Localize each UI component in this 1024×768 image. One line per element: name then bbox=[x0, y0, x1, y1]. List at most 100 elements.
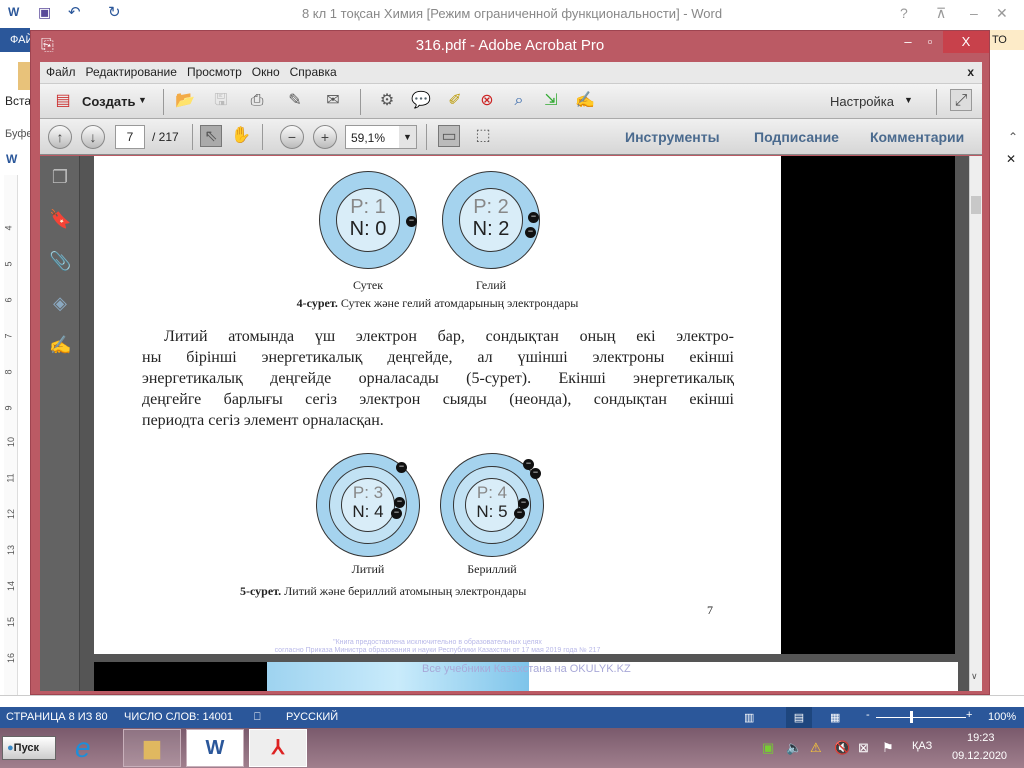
action-center-flag-icon[interactable]: ⚑ bbox=[882, 740, 894, 756]
email-icon[interactable]: ✉ bbox=[322, 90, 344, 112]
comment-pane-button[interactable]: Комментарии bbox=[870, 129, 964, 145]
delete-page-icon[interactable]: ⊗ bbox=[476, 90, 498, 112]
pdf-page: P: 1 N: 0 − Сутек P: 2 N: 2 − − Гелий 4-су… bbox=[94, 156, 781, 654]
explorer-taskbar-button[interactable]: ▆ bbox=[123, 729, 181, 767]
electron-icon: − bbox=[530, 468, 541, 479]
zoom-out-button[interactable]: − bbox=[280, 125, 304, 149]
proofing-icon[interactable]: ⎕ bbox=[254, 711, 261, 724]
web-layout-icon[interactable]: ▦ bbox=[830, 711, 840, 724]
network-icon[interactable]: ⊠ bbox=[858, 740, 869, 756]
word-pane-close[interactable]: ✕ bbox=[1006, 152, 1016, 166]
internet-explorer-icon[interactable]: e bbox=[75, 732, 91, 764]
language-status[interactable]: РУССКИЙ bbox=[286, 711, 338, 723]
customize-button[interactable]: Настройка bbox=[830, 94, 894, 109]
zoom-slider-thumb[interactable] bbox=[910, 711, 913, 723]
create-icon[interactable]: ▤ bbox=[52, 90, 74, 112]
keyboard-language[interactable]: ҚАЗ bbox=[912, 740, 932, 752]
menu-file[interactable]: Файл bbox=[40, 62, 80, 79]
ruler-label: 4 bbox=[3, 225, 14, 231]
proton-count: P: 1 bbox=[350, 196, 386, 218]
electron-icon: − bbox=[406, 216, 417, 227]
page-thumbnails-icon[interactable]: ❐ bbox=[49, 166, 71, 188]
tray-app-icon[interactable]: ▣ bbox=[762, 740, 774, 756]
gear-icon[interactable]: ⚙ bbox=[376, 90, 398, 112]
fullscreen-icon[interactable]: ⤢ bbox=[950, 89, 972, 111]
paragraph-line: энергетикалық деңгейде орналасады (5-сур… bbox=[142, 370, 734, 387]
word-tab-partial[interactable]: ТО bbox=[990, 30, 1024, 50]
find-icon[interactable]: ⌕ bbox=[508, 90, 530, 112]
sign-pane-button[interactable]: Подписание bbox=[754, 129, 839, 145]
menu-window[interactable]: Окно bbox=[246, 62, 284, 79]
word-close-button[interactable]: ✕ bbox=[996, 5, 1008, 22]
scroll-mode-icon[interactable]: ▭ bbox=[438, 125, 460, 147]
electron-icon: − bbox=[391, 508, 402, 519]
ribbon-display-icon[interactable]: ⊼ bbox=[936, 5, 946, 22]
next-page-button[interactable]: ↓ bbox=[81, 125, 105, 149]
maximize-button[interactable]: ▫ bbox=[919, 31, 941, 53]
menu-view[interactable]: Просмотр bbox=[181, 62, 246, 79]
read-mode-icon[interactable]: ▥ bbox=[744, 711, 754, 724]
save-icon[interactable]: 🖫 bbox=[210, 90, 232, 112]
clock-date[interactable]: 09.12.2020 bbox=[952, 750, 1007, 762]
tools-pane-button[interactable]: Инструменты bbox=[625, 129, 720, 145]
zoom-slider[interactable] bbox=[876, 717, 966, 718]
security-icon[interactable]: ⚠ bbox=[810, 740, 822, 756]
export-icon[interactable]: ⇲ bbox=[540, 90, 562, 112]
create-button[interactable]: Создать bbox=[82, 94, 135, 109]
page-number-input[interactable]: 7 bbox=[115, 125, 145, 149]
word-count[interactable]: ЧИСЛО СЛОВ: 14001 bbox=[124, 711, 233, 723]
scroll-thumb[interactable] bbox=[971, 196, 981, 214]
hand-tool-icon[interactable]: ✋ bbox=[230, 125, 252, 147]
attachment-icon[interactable]: 📎 bbox=[49, 250, 71, 272]
vertical-scrollbar[interactable]: ∨ bbox=[969, 156, 982, 691]
start-button[interactable]: ●Пуск bbox=[2, 736, 56, 760]
highlight-icon[interactable]: ✐ bbox=[444, 90, 466, 112]
bookmark-icon[interactable]: 🔖 bbox=[49, 208, 71, 230]
word-doc-icon: W bbox=[6, 152, 18, 166]
help-button[interactable]: ? bbox=[900, 5, 908, 21]
close-button[interactable]: X bbox=[943, 31, 989, 53]
mute-icon[interactable]: 🔇 bbox=[834, 740, 850, 756]
start-label: Пуск bbox=[13, 742, 40, 754]
close-document-icon[interactable]: x bbox=[961, 62, 978, 79]
menu-help[interactable]: Справка bbox=[284, 62, 341, 79]
zoom-in-button[interactable]: + bbox=[313, 125, 337, 149]
print-icon[interactable]: ⎙ bbox=[246, 90, 268, 112]
electron-icon: − bbox=[525, 227, 536, 238]
word-taskbar-button[interactable]: W bbox=[186, 729, 244, 767]
caption-number: 4-сурет. bbox=[296, 296, 338, 310]
minimize-button[interactable]: – bbox=[897, 31, 919, 53]
comment-icon[interactable]: 💬 bbox=[410, 90, 432, 112]
paragraph-line: деңгейге барлығы сегіз электрон сыяды (н… bbox=[142, 391, 734, 408]
signatures-icon[interactable]: ✍ bbox=[49, 334, 71, 356]
layers-icon[interactable]: ◈ bbox=[49, 292, 71, 314]
electron-icon: − bbox=[528, 212, 539, 223]
neutron-count: N: 5 bbox=[476, 502, 508, 521]
paste-label: Вста bbox=[5, 94, 32, 108]
fit-page-icon[interactable]: ⬚ bbox=[472, 125, 494, 147]
word-minimize-button[interactable]: – bbox=[970, 5, 978, 21]
prev-page-button[interactable]: ↑ bbox=[48, 125, 72, 149]
sign-icon[interactable]: ✍ bbox=[574, 90, 596, 112]
chevron-down-icon[interactable]: ▼ bbox=[904, 95, 913, 105]
acrobat-taskbar-button[interactable]: ⅄ bbox=[249, 729, 307, 767]
zoom-in-icon[interactable]: + bbox=[966, 709, 972, 721]
zoom-out-icon[interactable]: - bbox=[866, 709, 870, 721]
clock-time[interactable]: 19:23 bbox=[967, 732, 995, 744]
collapse-ribbon-icon[interactable]: ⌃ bbox=[1008, 130, 1018, 144]
open-icon[interactable]: 📂 bbox=[174, 90, 196, 112]
acrobat-title: 316.pdf - Adobe Acrobat Pro bbox=[415, 37, 605, 54]
word-file-tab[interactable]: ФАЙЛ bbox=[0, 28, 41, 52]
chevron-down-icon[interactable]: ▼ bbox=[138, 95, 147, 105]
word-document-strip bbox=[0, 695, 1024, 707]
zoom-dropdown-icon[interactable]: ▼ bbox=[399, 126, 416, 148]
volume-icon[interactable]: 🔈 bbox=[786, 740, 802, 756]
menu-edit[interactable]: Редактирование bbox=[80, 62, 181, 79]
select-tool-icon[interactable]: ⇖ bbox=[200, 125, 222, 147]
zoom-level[interactable]: 100% bbox=[988, 711, 1016, 723]
scroll-down-icon[interactable]: ∨ bbox=[971, 671, 978, 682]
menu-bar: Файл Редактирование Просмотр Окно Справка x bbox=[40, 62, 982, 84]
edit-icon[interactable]: ✎ bbox=[284, 90, 306, 112]
print-layout-icon[interactable]: ▤ bbox=[786, 707, 812, 728]
page-status[interactable]: СТРАНИЦА 8 ИЗ 80 bbox=[6, 711, 108, 723]
